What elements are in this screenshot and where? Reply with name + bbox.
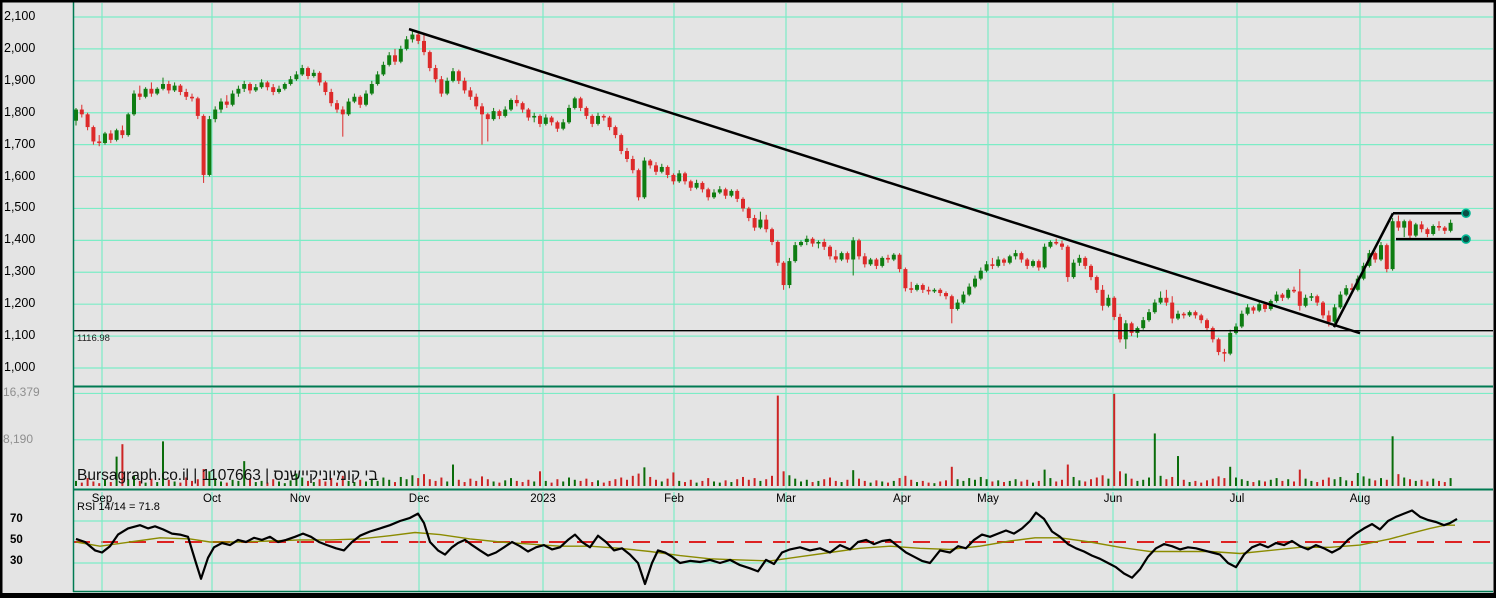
month-label: Aug (1349, 493, 1371, 505)
price-axis-tick: 1,100 (4, 328, 36, 343)
price-axis-tick: 1,700 (4, 136, 36, 151)
price-axis-tick: 1,400 (4, 232, 36, 247)
rsi-axis-tick: 30 (10, 555, 23, 567)
volume-axis-tick: 8,190 (3, 431, 34, 446)
month-label: May (977, 493, 999, 505)
rsi-indicator-label: RSI 14/14 = 71.8 (77, 501, 160, 513)
chart-frame: 2,100 2,000 1,900 1,800 1,700 1,600 1,500 1,400… (0, 0, 1496, 598)
drawing-handle-marker[interactable] (1461, 234, 1471, 244)
volume-axis-tick: 16,379 (3, 385, 40, 400)
price-axis-tick: 1,500 (4, 200, 36, 215)
brand-text: Bursagraph.co.il | 1107663 | בי קומיוניק… (77, 467, 378, 484)
month-label: Jun (1103, 493, 1123, 505)
price-axis-tick: 1,600 (4, 168, 36, 183)
rsi-axis-tick: 70 (10, 513, 23, 525)
month-label: Mar (776, 493, 796, 505)
price-axis-tick: 1,200 (4, 296, 36, 311)
month-label: 2023 (530, 493, 556, 505)
price-axis-tick: 2,000 (4, 40, 36, 55)
month-label: Jul (1229, 493, 1245, 505)
month-label: Nov (289, 493, 311, 505)
month-label: Oct (203, 493, 221, 505)
hline-value-label: 1116.98 (77, 333, 110, 344)
price-axis-tick: 1,800 (4, 104, 36, 119)
price-axis-tick: 1,300 (4, 264, 36, 279)
drawing-handle-marker[interactable] (1461, 208, 1471, 219)
month-label: Dec (408, 493, 430, 505)
chart-canvas (0, 0, 1496, 598)
price-axis-tick: 2,100 (4, 9, 36, 23)
price-axis-tick: 1,000 (4, 360, 36, 374)
month-label: Feb (664, 493, 684, 505)
rsi-axis-tick: 50 (10, 534, 23, 546)
price-axis-tick: 1,900 (4, 72, 36, 87)
month-label: Apr (893, 493, 911, 505)
